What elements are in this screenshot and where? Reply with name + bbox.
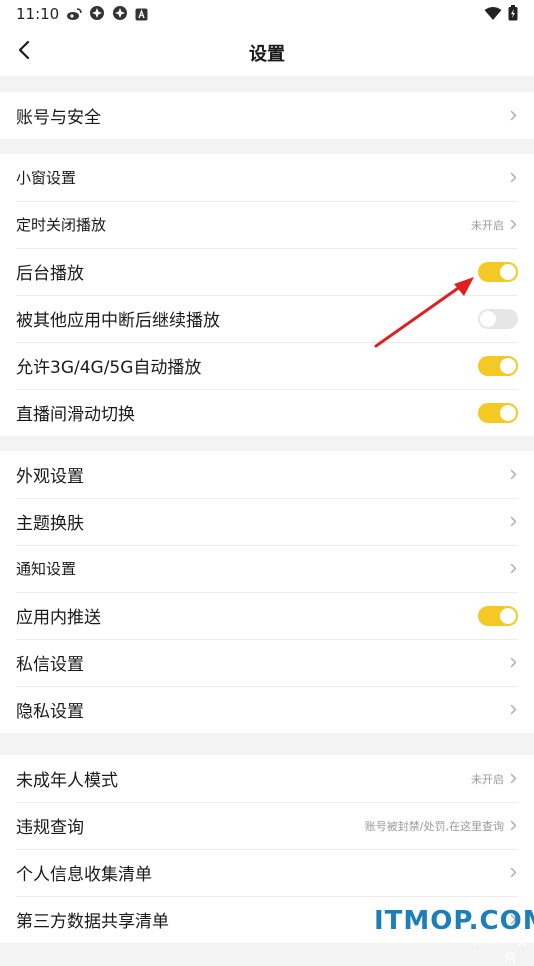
settings-row-hint: 未开启 [471,218,504,232]
watermark: ITMOP.COM php 中文网 [370,906,534,965]
toggle-switch[interactable] [478,308,518,329]
toggle-switch[interactable] [478,605,518,626]
settings-row-label: 应用内推送 [16,608,101,628]
chevron-right-icon [510,657,518,669]
wifi-icon [484,6,502,25]
page-title: 设置 [249,44,285,65]
chevron-right-icon [510,469,518,481]
toggle-knob [500,404,516,421]
settings-row[interactable]: 未成年人模式 未开启 [0,755,534,802]
toggle-knob [500,607,516,624]
chevron-right-icon [510,867,518,879]
chevron-right-icon [510,219,518,231]
settings-row[interactable]: 应用内推送 [0,592,534,639]
annotation-arrow-icon [374,277,474,348]
settings-row[interactable]: 直播间滑动切换 [0,389,534,436]
settings-row[interactable]: 小窗设置 [0,154,534,201]
navigation-bar: 设置 [0,28,534,76]
chevron-right-icon [510,172,518,184]
a-badge-icon [135,6,148,25]
pinwheel-icon [89,5,105,25]
status-bar: 11:10 [0,0,534,28]
settings-row-hint: 账号被封禁/处罚,在这里查询 [364,819,504,833]
toggle-knob [500,263,516,280]
settings-row-label: 直播间滑动切换 [16,405,135,425]
settings-row-hint: 未开启 [471,772,504,786]
settings-row[interactable]: 个人信息收集清单 [0,849,534,896]
chevron-right-icon [510,563,518,575]
settings-row-label: 允许3G/4G/5G自动播放 [16,358,202,378]
chevron-right-icon [510,773,518,785]
settings-row[interactable]: 主题换肤 [0,498,534,545]
status-time: 11:10 [16,5,60,23]
toggle-switch[interactable] [478,355,518,376]
settings-row-label: 私信设置 [16,655,84,675]
settings-group: 外观设置主题换肤通知设置应用内推送私信设置隐私设置 [0,451,534,733]
weibo-icon [66,6,82,25]
toggle-switch[interactable] [478,261,518,282]
settings-row[interactable]: 账号与安全 [0,92,534,139]
settings-row-label: 违规查询 [16,818,84,838]
chevron-right-icon [510,110,518,122]
status-system-icons [484,5,518,25]
pinwheel-icon [112,5,128,25]
settings-row-label: 定时关闭播放 [16,216,107,234]
settings-row-label: 未成年人模式 [16,771,118,791]
toggle-knob [480,310,496,327]
toggle-switch[interactable] [478,402,518,423]
toggle-knob [500,357,516,374]
settings-row[interactable]: 私信设置 [0,639,534,686]
watermark-cn: 中文网 [504,934,529,965]
status-notification-icons [66,5,148,25]
settings-row[interactable]: 隐私设置 [0,686,534,733]
chevron-right-icon [510,820,518,832]
settings-row-label: 个人信息收集清单 [16,865,152,885]
settings-row-label: 小窗设置 [16,169,77,187]
settings-row-label: 账号与安全 [16,108,101,128]
settings-row[interactable]: 定时关闭播放 未开启 [0,201,534,248]
chevron-right-icon [510,516,518,528]
settings-row-label: 隐私设置 [16,702,84,722]
settings-row[interactable]: 外观设置 [0,451,534,498]
settings-row-label: 外观设置 [16,467,84,487]
settings-group: 账号与安全 [0,92,534,139]
settings-row[interactable]: 通知设置 [0,545,534,592]
settings-row-label: 通知设置 [16,560,77,578]
battery-icon [508,5,518,25]
watermark-php: php [474,932,497,946]
settings-row[interactable]: 违规查询 账号被封禁/处罚,在这里查询 [0,802,534,849]
settings-row-label: 主题换肤 [16,514,84,534]
chevron-right-icon [510,704,518,716]
